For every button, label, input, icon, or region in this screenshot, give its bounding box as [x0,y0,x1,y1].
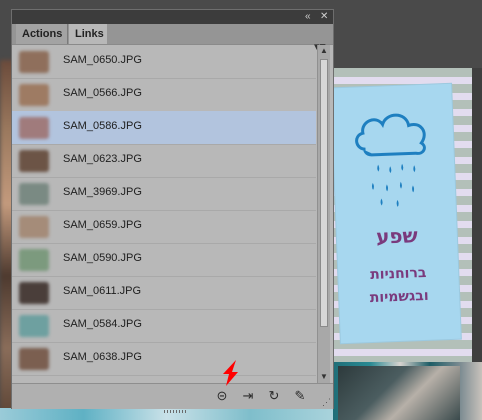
list-item[interactable]: SAM_3969.JPG [12,177,316,211]
link-filename: SAM_0638.JPG [63,351,142,363]
list-item[interactable]: SAM_0638.JPG [12,342,316,376]
document-page: שפע ברוחניות ובגשמיות [331,68,473,363]
goto-link-icon[interactable]: ⇥ [238,387,258,405]
pasteboard-edge [472,68,482,363]
scroll-thumb[interactable] [320,59,328,327]
link-filename: SAM_0611.JPG [63,285,142,297]
links-panel: « ✕ Actions Links ▾≡ SAM_0650.JPG SAM_056… [11,9,334,413]
link-filename: SAM_0566.JPG [63,87,142,99]
thumbnail-image [19,51,49,73]
double-chevron-left-icon[interactable]: « [305,11,311,23]
list-item[interactable]: SAM_0584.JPG [12,309,316,343]
cloud-rain-icon [355,113,426,207]
link-icon[interactable]: ⊝ [212,387,232,405]
doc-subtitle-line2: ובגשמיות [369,287,429,307]
tab-links[interactable]: Links [69,24,107,44]
link-filename: SAM_0659.JPG [63,219,142,231]
link-filename: SAM_0584.JPG [63,318,142,330]
list-item[interactable]: SAM_0611.JPG [12,276,316,310]
panel-titlebar[interactable]: « ✕ [12,10,333,24]
panel-tabs: Actions Links ▾≡ [12,24,333,53]
list-item[interactable]: SAM_0586.JPG [12,111,316,145]
list-item[interactable]: SAM_0566.JPG [12,78,316,112]
scroll-down-icon[interactable]: ▼ [318,372,330,382]
thumbnail-image [19,216,49,238]
thumbnail-image [19,348,49,370]
doc-subtitle-line1: ברוחניות [369,264,427,284]
links-list: SAM_0650.JPG SAM_0566.JPG SAM_0586.JPG SAM_… [12,45,316,383]
doc-photo-frame [338,366,460,420]
resize-grip[interactable] [164,410,186,413]
thumbnail-image [19,249,49,271]
list-item[interactable]: SAM_0650.JPG [12,45,316,79]
rain-card: שפע ברוחניות ובגשמיות [331,83,461,344]
thumbnail-image [19,84,49,106]
link-filename: SAM_0586.JPG [63,120,142,132]
doc-heading: שפע [375,223,419,249]
resize-corner-icon[interactable]: ⋰ [322,397,331,408]
scroll-up-icon[interactable]: ▲ [318,46,330,56]
list-item[interactable]: SAM_0659.JPG [12,210,316,244]
link-filename: SAM_0650.JPG [63,54,142,66]
thumbnail-image [19,282,49,304]
link-filename: SAM_0590.JPG [63,252,142,264]
tab-actions[interactable]: Actions [16,24,68,44]
thumbnail-image [19,117,49,139]
thumbnail-image [19,315,49,337]
list-item[interactable]: SAM_0623.JPG [12,144,316,178]
list-item[interactable]: SAM_0590.JPG [12,243,316,277]
panel-toolbar: ⊝ ⇥ ↻ ✎ ⋰ [12,383,333,413]
thumbnail-image [19,183,49,205]
link-filename: SAM_0623.JPG [63,153,142,165]
close-icon[interactable]: ✕ [320,11,328,23]
annotation-arrow [223,360,238,386]
link-filename: SAM_3969.JPG [63,186,142,198]
refresh-icon[interactable]: ↻ [264,387,284,405]
pencil-icon[interactable]: ✎ [290,387,310,405]
thumbnail-image [19,150,49,172]
list-scrollbar[interactable]: ▲ ▼ [317,45,330,383]
